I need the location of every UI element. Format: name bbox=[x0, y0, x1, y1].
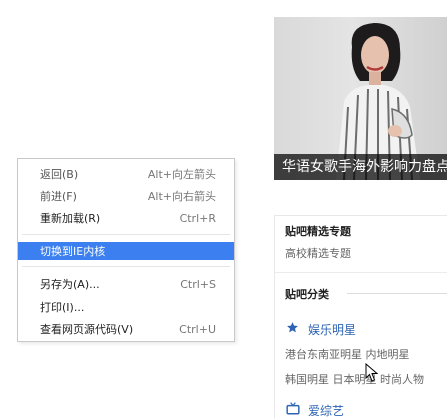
menu-item-save-as[interactable]: 另存为(A)... Ctrl+S bbox=[18, 275, 234, 293]
category-variety[interactable]: 爱综艺 bbox=[308, 402, 344, 419]
menu-item-shortcut: Ctrl+U bbox=[179, 322, 216, 336]
menu-item-label: 重新加载(R) bbox=[40, 212, 101, 225]
category-title-line bbox=[347, 293, 447, 294]
context-menu: 返回(B) Alt+向左箭头 前进(F) Alt+向右箭头 重新加载(R) Ct… bbox=[17, 158, 235, 342]
cursor-icon bbox=[365, 363, 379, 382]
banner-caption: 华语女歌手海外影响力盘点 bbox=[274, 154, 447, 180]
menu-item-shortcut: Ctrl+S bbox=[180, 277, 216, 291]
category-entertainment[interactable]: 娱乐明星 bbox=[308, 321, 356, 338]
tieba-panel: 贴吧精选专题 高校精选专题 贴吧分类 娱乐明星 港台东南亚明星 内地明星 韩国明… bbox=[274, 215, 447, 418]
menu-item-label: 另存为(A)... bbox=[40, 278, 100, 291]
menu-item-label: 前进(F) bbox=[40, 190, 77, 203]
menu-item-label: 返回(B) bbox=[40, 168, 79, 181]
feature-banner[interactable]: 华语女歌手海外影响力盘点 bbox=[274, 17, 447, 180]
menu-item-shortcut: Ctrl+R bbox=[179, 211, 216, 225]
section-divider bbox=[275, 272, 447, 273]
menu-item-view-source[interactable]: 查看网页源代码(V) Ctrl+U bbox=[18, 320, 234, 338]
menu-item-back[interactable]: 返回(B) Alt+向左箭头 bbox=[18, 165, 234, 183]
menu-separator bbox=[22, 234, 230, 235]
menu-item-shortcut: Alt+向左箭头 bbox=[147, 168, 216, 181]
menu-item-label: 切换到IE内核 bbox=[40, 245, 106, 258]
menu-item-print[interactable]: 打印(I)... bbox=[18, 298, 234, 316]
menu-item-label: 查看网页源代码(V) bbox=[40, 323, 134, 336]
menu-separator bbox=[22, 266, 230, 267]
menu-item-label: 打印(I)... bbox=[40, 301, 85, 314]
menu-item-shortcut: Alt+向右箭头 bbox=[147, 190, 216, 203]
tv-icon bbox=[286, 402, 300, 415]
menu-item-reload[interactable]: 重新加载(R) Ctrl+R bbox=[18, 209, 234, 227]
menu-item-forward[interactable]: 前进(F) Alt+向右箭头 bbox=[18, 187, 234, 205]
subcategory-row-2[interactable]: 韩国明星 日本明星 时尚人物 bbox=[285, 371, 424, 387]
featured-title: 贴吧精选专题 bbox=[285, 225, 351, 238]
featured-link[interactable]: 高校精选专题 bbox=[285, 245, 351, 261]
star-icon bbox=[287, 322, 298, 333]
subcategory-row-1[interactable]: 港台东南亚明星 内地明星 bbox=[285, 346, 410, 362]
menu-item-switch-ie-kernel[interactable]: 切换到IE内核 bbox=[18, 242, 234, 260]
category-title: 贴吧分类 bbox=[285, 288, 329, 301]
